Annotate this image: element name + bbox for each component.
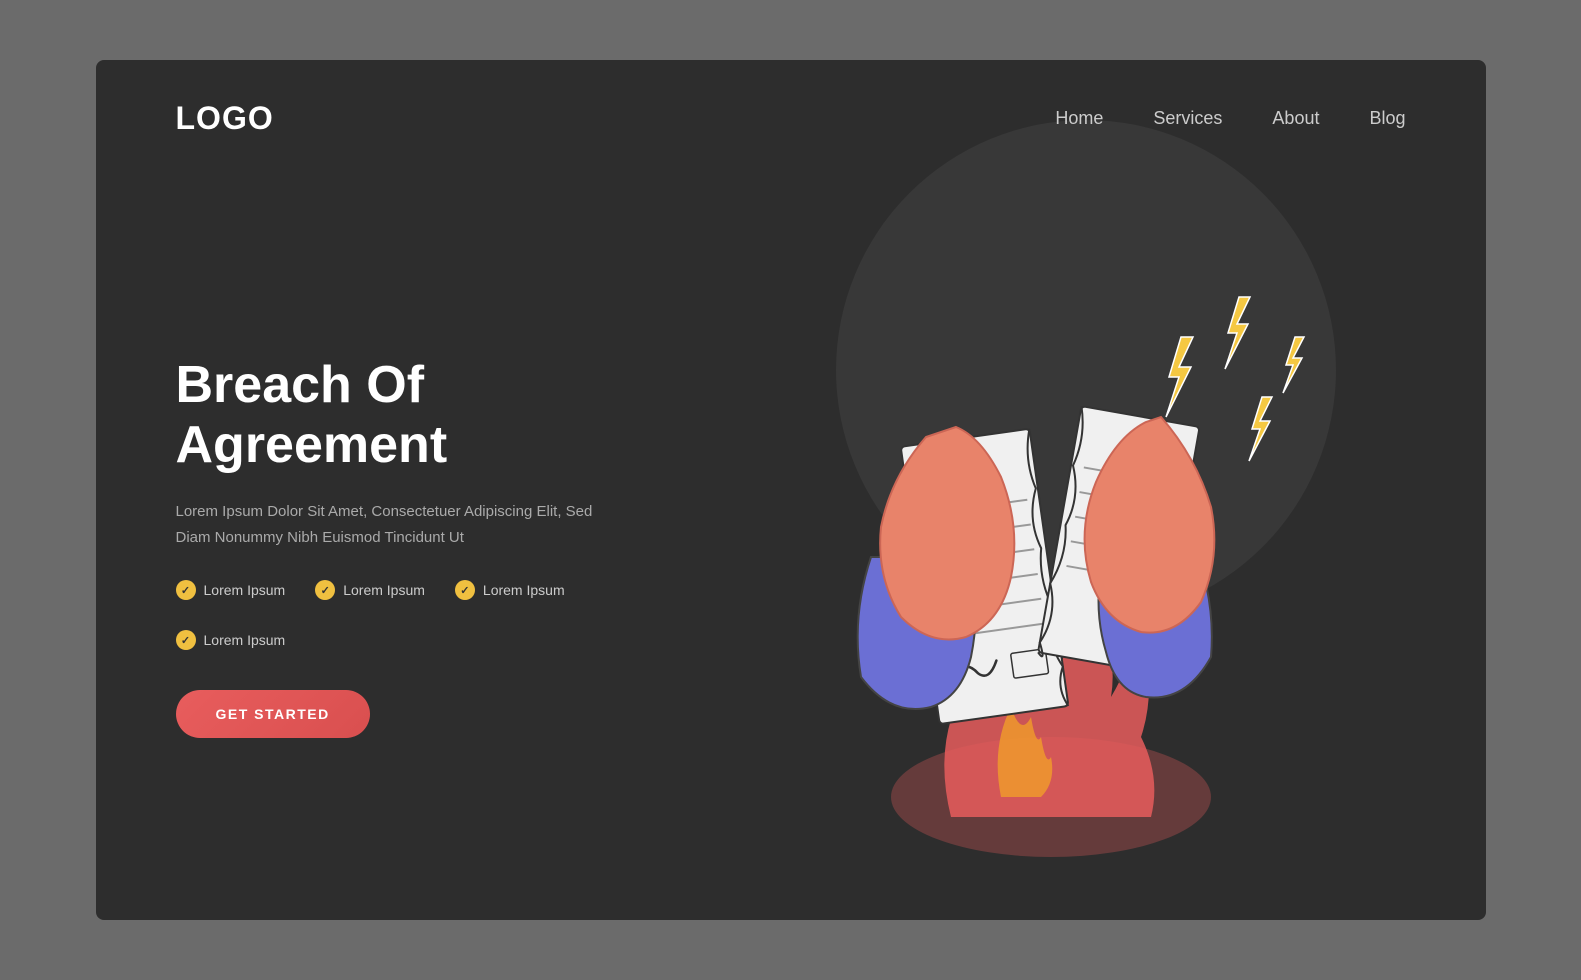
nav-link-blog[interactable]: Blog (1369, 108, 1405, 128)
hero-section: Breach Of Agreement Lorem Ipsum Dolor Si… (96, 137, 1486, 877)
check-icon-4: ✓ (176, 630, 196, 650)
feature-item-4: ✓ Lorem Ipsum (176, 630, 286, 650)
lightning-3 (1249, 397, 1272, 461)
check-icon-1: ✓ (176, 580, 196, 600)
lightning-1 (1166, 337, 1193, 417)
navbar: LOGO Home Services About Blog (96, 60, 1486, 137)
feature-item-3: ✓ Lorem Ipsum (455, 580, 565, 600)
nav-link-home[interactable]: Home (1055, 108, 1103, 128)
hero-title: Breach Of Agreement (176, 356, 696, 476)
feature-label-3: Lorem Ipsum (483, 582, 565, 598)
logo: LOGO (176, 100, 274, 137)
feature-label-2: Lorem Ipsum (343, 582, 425, 598)
nav-link-about[interactable]: About (1272, 108, 1319, 128)
hero-left: Breach Of Agreement Lorem Ipsum Dolor Si… (176, 336, 696, 739)
nav-item-services[interactable]: Services (1153, 108, 1222, 129)
check-icon-2: ✓ (315, 580, 335, 600)
landing-page: LOGO Home Services About Blog Breach Of … (96, 60, 1486, 920)
illustration (771, 237, 1331, 837)
lightning-2 (1225, 297, 1250, 369)
get-started-button[interactable]: GET STARTED (176, 690, 370, 738)
feature-label-4: Lorem Ipsum (204, 632, 286, 648)
nav-item-blog[interactable]: Blog (1369, 108, 1405, 129)
feature-label-1: Lorem Ipsum (204, 582, 286, 598)
nav-link-services[interactable]: Services (1153, 108, 1222, 128)
hero-subtitle: Lorem Ipsum Dolor Sit Amet, Consectetuer… (176, 499, 616, 550)
nav-item-about[interactable]: About (1272, 108, 1319, 129)
hero-right (696, 197, 1406, 877)
feature-item-1: ✓ Lorem Ipsum (176, 580, 286, 600)
feature-item-2: ✓ Lorem Ipsum (315, 580, 425, 600)
lightning-4 (1283, 337, 1304, 393)
nav-item-home[interactable]: Home (1055, 108, 1103, 129)
illustration-svg (771, 237, 1331, 857)
features-row: ✓ Lorem Ipsum ✓ Lorem Ipsum ✓ Lorem Ipsu… (176, 580, 696, 650)
nav-links: Home Services About Blog (1055, 108, 1405, 129)
check-icon-3: ✓ (455, 580, 475, 600)
